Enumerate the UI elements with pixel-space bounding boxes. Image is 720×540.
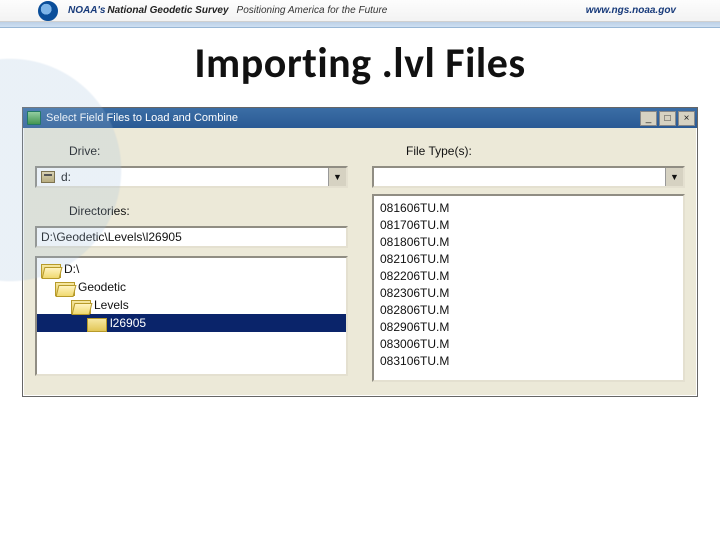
- dialog-icon: [27, 111, 41, 125]
- dialog-title: Select Field Files to Load and Combine: [46, 112, 238, 124]
- close-button[interactable]: ×: [678, 111, 695, 126]
- drive-combo[interactable]: d: ▼: [35, 166, 348, 188]
- folder-open-icon: [55, 280, 73, 294]
- list-item[interactable]: 082206TU.M: [380, 268, 677, 285]
- tree-item[interactable]: Levels: [37, 296, 346, 314]
- org-name: National Geodetic Survey: [107, 5, 228, 16]
- list-item[interactable]: 082806TU.M: [380, 302, 677, 319]
- tree-item-label: l26905: [110, 316, 146, 330]
- folder-open-icon: [41, 262, 59, 276]
- header-banner: NOAA's National Geodetic Survey Position…: [0, 0, 720, 22]
- file-select-dialog: Select Field Files to Load and Combine _…: [22, 107, 698, 397]
- tree-item-label: D:\: [64, 262, 79, 276]
- tree-item-label: Geodetic: [78, 280, 126, 294]
- tree-item[interactable]: Geodetic: [37, 278, 346, 296]
- org-url: www.ngs.noaa.gov: [586, 5, 676, 16]
- list-item[interactable]: 083006TU.M: [380, 336, 677, 353]
- folder-icon: [87, 316, 105, 330]
- list-item[interactable]: 082106TU.M: [380, 251, 677, 268]
- maximize-button[interactable]: □: [659, 111, 676, 126]
- directories-label: Directories:: [69, 204, 348, 218]
- drive-value: d:: [61, 170, 328, 184]
- noaa-logo-icon: [38, 1, 58, 21]
- org-prefix: NOAA's: [68, 5, 105, 16]
- list-item[interactable]: 083106TU.M: [380, 353, 677, 370]
- tree-item-label: Levels: [94, 298, 129, 312]
- chevron-down-icon[interactable]: ▼: [328, 168, 346, 186]
- drive-icon: [41, 171, 55, 183]
- list-item[interactable]: 082906TU.M: [380, 319, 677, 336]
- dialog-titlebar[interactable]: Select Field Files to Load and Combine _…: [23, 108, 697, 128]
- directory-tree[interactable]: D:\ Geodetic Levels l26905: [35, 256, 348, 376]
- org-tagline: Positioning America for the Future: [237, 5, 388, 16]
- banner-underline: [0, 22, 720, 28]
- file-list[interactable]: 081606TU.M 081706TU.M 081806TU.M 082106T…: [372, 194, 685, 382]
- list-item[interactable]: 082306TU.M: [380, 285, 677, 302]
- list-item[interactable]: 081806TU.M: [380, 234, 677, 251]
- list-item[interactable]: 081706TU.M: [380, 217, 677, 234]
- list-item[interactable]: 081606TU.M: [380, 200, 677, 217]
- file-type-combo[interactable]: ▼: [372, 166, 685, 188]
- slide-title: Importing .lvl Files: [0, 38, 720, 89]
- folder-open-icon: [71, 298, 89, 312]
- minimize-button[interactable]: _: [640, 111, 657, 126]
- window-buttons: _ □ ×: [640, 111, 697, 126]
- path-textbox[interactable]: D:\Geodetic\Levels\l26905: [35, 226, 348, 248]
- tree-item[interactable]: D:\: [37, 260, 346, 278]
- tree-item-selected[interactable]: l26905: [37, 314, 346, 332]
- drive-label: Drive:: [69, 144, 348, 158]
- chevron-down-icon[interactable]: ▼: [665, 168, 683, 186]
- file-type-label: File Type(s):: [406, 144, 685, 158]
- path-value: D:\Geodetic\Levels\l26905: [41, 230, 182, 244]
